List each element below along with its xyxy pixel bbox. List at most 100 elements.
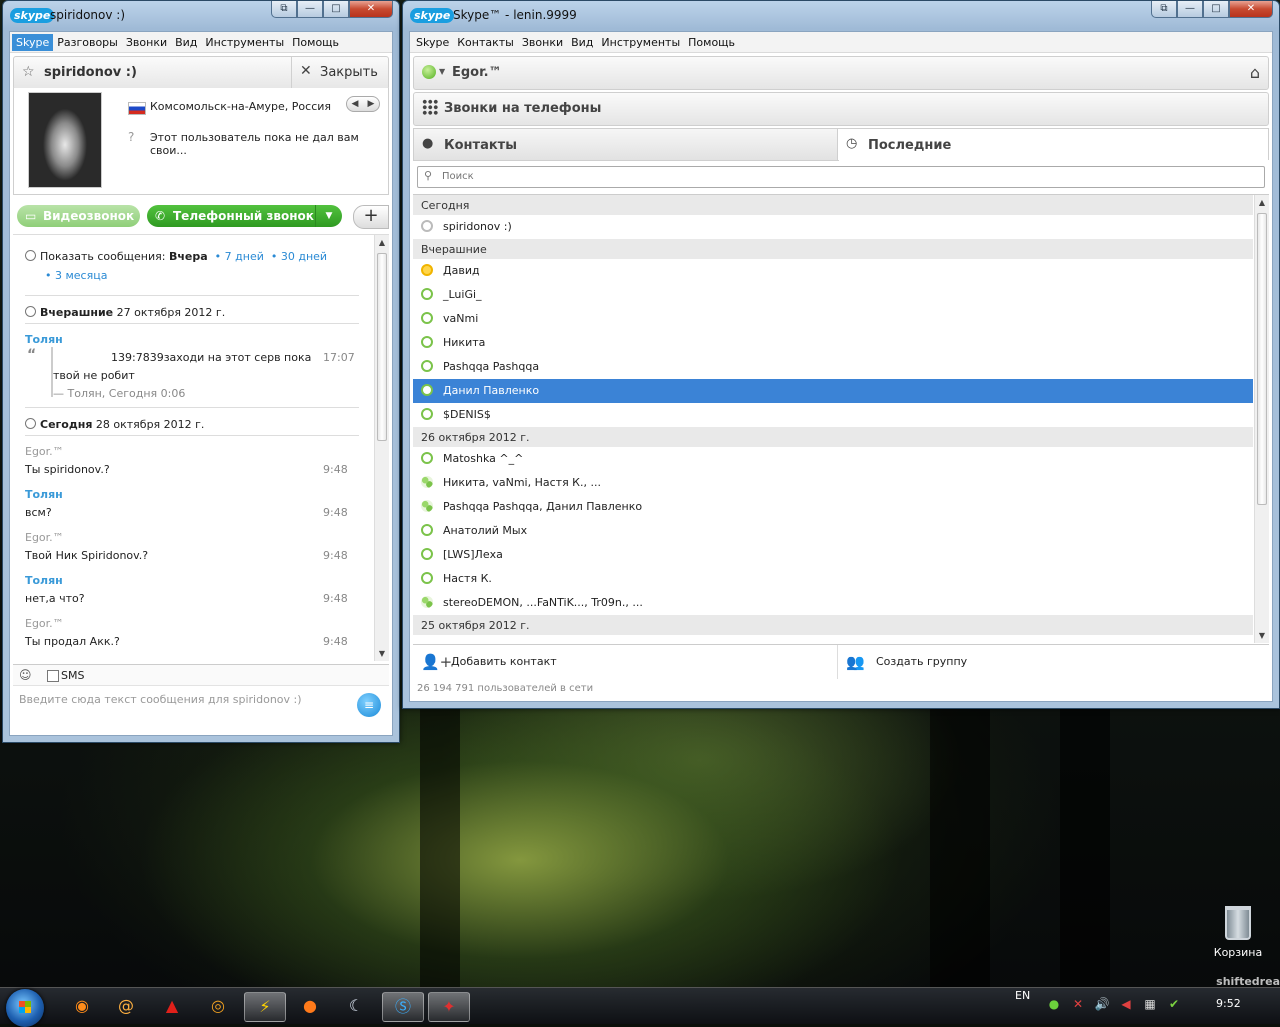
- contact-list-item[interactable]: Pashqqa Pashqqa, Данил Павленко: [413, 495, 1253, 519]
- menu-view[interactable]: Вид: [567, 34, 597, 51]
- contact-list-item[interactable]: Анатолий Мых: [413, 519, 1253, 543]
- maximize-button[interactable]: □: [1203, 1, 1229, 18]
- menu-calls[interactable]: Звонки: [518, 34, 567, 51]
- emoticon-icon[interactable]: ☺: [19, 668, 32, 682]
- add-contact-button[interactable]: 👤+ Добавить контакт: [413, 645, 838, 679]
- clock[interactable]: 9:52: [1216, 997, 1241, 1010]
- contact-name[interactable]: spiridonov :): [44, 65, 137, 80]
- contact-list-item[interactable]: $DENIS$: [413, 403, 1253, 427]
- menu-help[interactable]: Помощь: [288, 34, 343, 51]
- contact-list-item[interactable]: Данил Павленко: [413, 379, 1253, 403]
- home-icon[interactable]: ⌂: [1250, 63, 1260, 82]
- next-arrow-icon[interactable]: ▶: [368, 99, 375, 109]
- contact-list-item[interactable]: Давид: [413, 259, 1253, 283]
- steam-icon[interactable]: ☾: [336, 992, 376, 1020]
- browser-icon[interactable]: ◉: [62, 992, 102, 1020]
- chat-titlebar[interactable]: skype spiridonov :) ⧉ — □ ✕: [3, 1, 399, 29]
- contact-list-item[interactable]: Никита, vaNmi, Настя К., ...: [413, 471, 1253, 495]
- message-input[interactable]: Введите сюда текст сообщения для spirido…: [19, 693, 302, 706]
- chevron-down-icon[interactable]: ▼: [315, 205, 342, 227]
- menu-conversations[interactable]: Разговоры: [53, 34, 122, 51]
- scroll-down-icon[interactable]: ▼: [375, 649, 389, 658]
- online-status-icon[interactable]: [422, 65, 436, 79]
- menu-view[interactable]: Вид: [171, 34, 201, 51]
- minimize-button[interactable]: —: [1177, 1, 1203, 18]
- contact-list-item[interactable]: Никита: [413, 331, 1253, 355]
- close-window-button[interactable]: ✕: [1229, 1, 1273, 18]
- scroll-up-icon[interactable]: ▲: [1255, 198, 1269, 207]
- menu-contacts[interactable]: Контакты: [453, 34, 518, 51]
- alert-icon[interactable]: ◀: [1118, 996, 1134, 1012]
- profile-bar[interactable]: ▼ Egor.™ ⌂: [413, 56, 1269, 90]
- add-participant-button[interactable]: +: [353, 205, 389, 229]
- language-indicator[interactable]: EN: [1015, 989, 1030, 1002]
- history-7-days-link[interactable]: 7 дней: [225, 250, 264, 263]
- contact-list-item[interactable]: Настя К.: [413, 567, 1253, 591]
- start-button[interactable]: [6, 989, 44, 1027]
- scroll-down-icon[interactable]: ▼: [1255, 631, 1269, 640]
- status-icon: [421, 312, 433, 324]
- menu-skype[interactable]: Skype: [12, 33, 54, 51]
- winamp-icon[interactable]: ⚡: [244, 992, 286, 1022]
- tab-contacts[interactable]: ● Контакты: [413, 128, 839, 161]
- mail-icon[interactable]: @: [106, 992, 146, 1020]
- game-icon[interactable]: ✦: [428, 992, 470, 1022]
- profile-pager[interactable]: ◀ ▶: [346, 96, 380, 112]
- network-disabled-icon[interactable]: ✕: [1070, 996, 1086, 1012]
- recycle-bin[interactable]: Корзина: [1206, 906, 1270, 959]
- call-phones-button[interactable]: Звонки на телефоны: [413, 92, 1269, 126]
- send-message-button[interactable]: ≡: [357, 693, 381, 717]
- sms-checkbox[interactable]: [47, 670, 59, 682]
- maximize-button[interactable]: □: [323, 1, 349, 18]
- list-scrollbar[interactable]: ▲ ▼: [1254, 195, 1269, 643]
- chevron-down-icon[interactable]: ▼: [439, 67, 445, 76]
- scroll-thumb[interactable]: [1257, 213, 1267, 505]
- close-window-button[interactable]: ✕: [349, 1, 393, 18]
- compact-view-button[interactable]: ⧉: [271, 1, 297, 18]
- avatar[interactable]: [28, 92, 102, 188]
- compact-view-button[interactable]: ⧉: [1151, 1, 1177, 18]
- favorite-star-icon[interactable]: ☆: [22, 64, 35, 80]
- main-titlebar[interactable]: skype Skype™ - lenin.9999 ⧉ — □ ✕: [403, 1, 1279, 29]
- menu-calls[interactable]: Звонки: [122, 34, 171, 51]
- contact-list-item[interactable]: [LWS]Леха: [413, 543, 1253, 567]
- create-group-button[interactable]: 👥 Создать группу: [838, 645, 1269, 679]
- contact-list-item[interactable]: Matoshka ^_^: [413, 447, 1253, 471]
- firefox-icon[interactable]: ●: [290, 992, 330, 1020]
- update-icon[interactable]: ✔: [1166, 996, 1182, 1012]
- chat-window: skype spiridonov :) ⧉ — □ ✕ Skype Разгов…: [2, 0, 400, 743]
- contact-list-item[interactable]: Pashqqa Pashqqa: [413, 355, 1253, 379]
- network-icon[interactable]: ▦: [1142, 996, 1158, 1012]
- history-30-days-link[interactable]: 30 дней: [281, 250, 327, 263]
- search-box[interactable]: ⚲: [417, 166, 1265, 188]
- history-3-months-link[interactable]: 3 месяца: [55, 269, 107, 282]
- status-icon: [421, 220, 433, 232]
- contact-list-item[interactable]: vaNmi: [413, 307, 1253, 331]
- person-icon: ●: [422, 136, 434, 151]
- chrome-icon[interactable]: ◎: [198, 992, 238, 1020]
- chat-scrollbar[interactable]: ▲ ▼: [374, 235, 389, 661]
- contact-name: spiridonov :): [443, 220, 512, 233]
- menu-skype[interactable]: Skype: [412, 34, 453, 51]
- scroll-up-icon[interactable]: ▲: [375, 238, 389, 247]
- video-call-button[interactable]: ▭ Видеозвонок: [17, 205, 140, 227]
- phone-call-button[interactable]: ✆ Телефонный звонок ▼: [147, 205, 342, 227]
- contact-list-item[interactable]: spiridonov :): [413, 215, 1253, 239]
- search-input[interactable]: [442, 168, 1222, 184]
- skype-icon[interactable]: Ⓢ: [382, 992, 424, 1022]
- menu-help[interactable]: Помощь: [684, 34, 739, 51]
- contact-list-item[interactable]: _LuiGi_: [413, 283, 1253, 307]
- volume-icon[interactable]: 🔊: [1094, 996, 1110, 1012]
- minimize-button[interactable]: —: [297, 1, 323, 18]
- contact-list-item[interactable]: stereoDEMON, ...FaNTiK..., Tr09n., ...: [413, 591, 1253, 615]
- close-conversation-button[interactable]: ✕ Закрыть: [291, 57, 388, 89]
- menu-tools[interactable]: Инструменты: [201, 34, 288, 51]
- prev-arrow-icon[interactable]: ◀: [352, 99, 359, 109]
- contact-name: Pashqqa Pashqqa, Данил Павленко: [443, 500, 643, 513]
- tab-recent[interactable]: ◷ Последние: [837, 128, 1269, 160]
- skype-tray-icon[interactable]: ●: [1046, 996, 1062, 1012]
- menu-tools[interactable]: Инструменты: [597, 34, 684, 51]
- scroll-thumb[interactable]: [377, 253, 387, 441]
- acrobat-icon[interactable]: ▲: [152, 992, 192, 1020]
- skype-main-window: skype Skype™ - lenin.9999 ⧉ — □ ✕ Skype …: [402, 0, 1280, 709]
